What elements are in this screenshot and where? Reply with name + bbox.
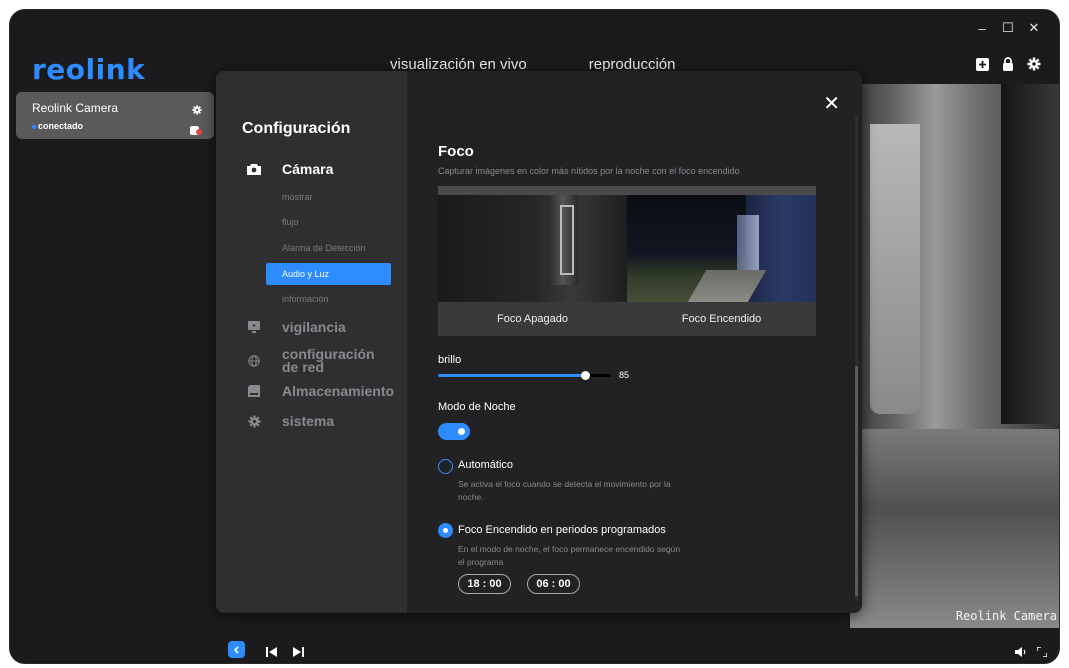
sidebar-item-label: sistema <box>282 413 335 429</box>
monitor-icon <box>247 320 261 334</box>
top-actions <box>975 57 1041 71</box>
collapse-sidebar-button[interactable] <box>228 641 245 658</box>
sidebar-subitem-info[interactable]: información <box>266 288 391 310</box>
device-status: conectado <box>32 121 83 131</box>
sidebar-item-camera[interactable]: Cámara <box>247 161 333 177</box>
preview-image-on <box>627 195 816 302</box>
start-time-input[interactable]: 18 : 00 <box>458 574 511 594</box>
scheduled-mode-radio[interactable] <box>438 523 453 538</box>
gear-icon[interactable] <box>1027 57 1041 71</box>
section-description: Capturar imágenes en color más nítidos p… <box>438 166 740 176</box>
scheduled-mode-label[interactable]: Foco Encendido en periodos programados <box>458 524 666 536</box>
spotlight-preview: Foco Apagado Foco Encendido <box>438 186 816 336</box>
night-mode-toggle[interactable] <box>438 423 470 440</box>
close-icon[interactable]: ✕ <box>823 91 840 116</box>
brightness-label: brillo <box>438 354 462 366</box>
sidebar-item-storage[interactable]: Almacenamiento <box>247 383 394 399</box>
next-icon[interactable] <box>292 644 304 662</box>
sidebar-subitem-audio-light[interactable]: Audio y Luz <box>266 263 391 285</box>
preview-door <box>560 205 574 275</box>
preview-caption-off: Foco Apagado <box>497 313 568 325</box>
sidebar-subitem-display[interactable]: mostrar <box>266 186 391 208</box>
settings-content: ✕ Foco Capturar imágenes en color más ní… <box>407 71 862 613</box>
sidebar-item-label: Cámara <box>282 161 334 177</box>
toggle-knob <box>458 428 465 435</box>
camera-icon <box>247 162 261 176</box>
brightness-value: 85 <box>619 370 630 380</box>
brightness-slider-fill <box>438 374 586 377</box>
maximize-button[interactable]: ☐ <box>997 17 1019 39</box>
gear-icon <box>247 414 261 428</box>
scrollbar[interactable] <box>855 116 858 601</box>
preview-caption-on: Foco Encendido <box>681 313 762 325</box>
device-status-text: conectado <box>38 121 84 131</box>
sidebar-item-network[interactable]: configuración de red <box>247 346 392 375</box>
app-logo: reolink <box>32 53 146 86</box>
settings-modal: Configuración Cámara mostrar flujo Alarm… <box>216 71 862 613</box>
settings-sidebar: Configuración Cámara mostrar flujo Alarm… <box>216 71 407 613</box>
storage-icon <box>247 384 261 398</box>
camera-live-view[interactable] <box>850 84 1059 630</box>
minimize-button[interactable]: – <box>971 17 993 39</box>
record-icon[interactable] <box>190 122 202 140</box>
close-window-button[interactable]: ✕ <box>1023 17 1045 39</box>
sidebar-item-label: vigilancia <box>282 319 346 335</box>
bottom-bar <box>10 628 1059 663</box>
device-card[interactable]: Reolink Camera conectado <box>16 92 214 139</box>
auto-mode-description: Se activa el foco cuando se detecta el m… <box>458 479 671 502</box>
end-time-input[interactable]: 06 : 00 <box>527 574 580 594</box>
preview-top-strip <box>438 186 816 195</box>
sidebar-subitem-detection-alarm[interactable]: Alarma de Detección <box>266 237 391 259</box>
camera-overlay-label: Reolink Camera <box>955 609 1057 623</box>
scrollbar-thumb[interactable] <box>855 366 858 596</box>
sidebar-item-system[interactable]: sistema <box>247 413 334 429</box>
window-controls: – ☐ ✕ <box>971 17 1045 39</box>
sidebar-item-label: configuración de red <box>282 346 375 375</box>
previous-icon[interactable] <box>266 644 278 662</box>
lock-icon[interactable] <box>1001 57 1015 71</box>
device-name: Reolink Camera <box>32 101 119 115</box>
add-device-icon[interactable] <box>975 57 989 71</box>
preview-image-off <box>438 195 627 302</box>
fullscreen-icon[interactable] <box>1036 644 1048 662</box>
section-title: Foco <box>438 143 474 160</box>
settings-title: Configuración <box>242 120 351 137</box>
globe-icon <box>247 354 261 368</box>
sidebar-subitem-stream[interactable]: flujo <box>266 211 391 233</box>
device-settings-icon[interactable] <box>192 102 202 120</box>
camera-scene-door <box>1001 84 1059 424</box>
sidebar-item-label: Almacenamiento <box>282 383 395 399</box>
camera-scene-floor <box>850 429 1059 630</box>
auto-mode-radio[interactable] <box>438 459 453 474</box>
sidebar-item-surveillance[interactable]: vigilancia <box>247 319 346 335</box>
status-dot-icon <box>32 124 36 129</box>
preview-light-glow <box>737 215 759 275</box>
scheduled-mode-description: En el modo de noche, el foco permanece e… <box>458 544 681 567</box>
camera-scene-pillar <box>870 124 920 414</box>
brightness-slider[interactable] <box>438 371 611 380</box>
volume-icon[interactable] <box>1015 644 1027 662</box>
auto-mode-label[interactable]: Automático <box>458 459 513 471</box>
brightness-slider-handle[interactable] <box>581 371 591 380</box>
night-mode-label: Modo de Noche <box>438 401 516 413</box>
